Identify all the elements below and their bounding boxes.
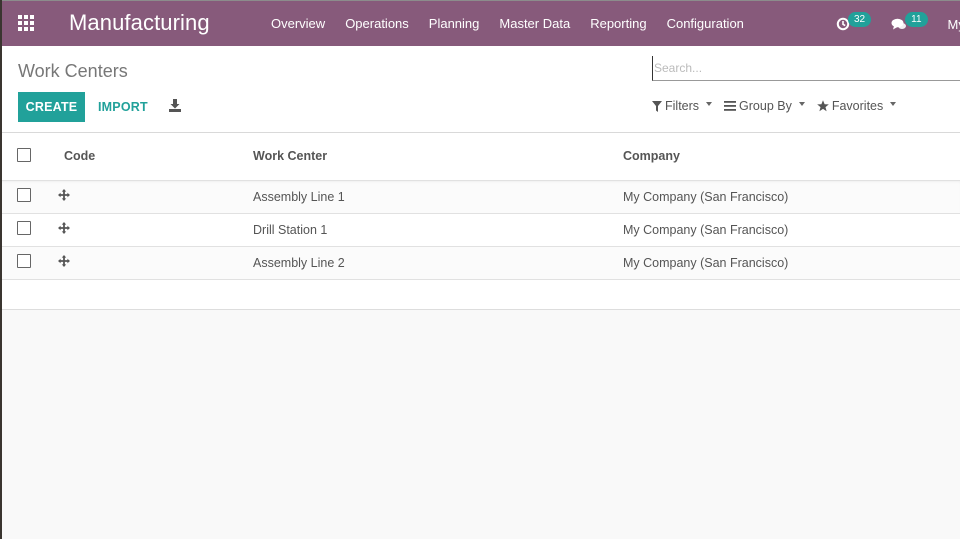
- cell-work-center: Assembly Line 1: [253, 189, 345, 204]
- window-edge: [0, 0, 2, 539]
- row-checkbox[interactable]: [17, 188, 31, 202]
- favorites-dropdown[interactable]: Favorites: [817, 99, 897, 113]
- row-checkbox[interactable]: [17, 221, 31, 235]
- select-all-checkbox[interactable]: [17, 147, 31, 162]
- drag-handle-icon[interactable]: [58, 189, 70, 204]
- systray: 32 11 My: [836, 1, 960, 47]
- cell-company: My Company (San Francisco): [623, 255, 789, 270]
- group-by-dropdown[interactable]: Group By: [724, 99, 805, 113]
- messages-button[interactable]: 11: [891, 11, 928, 32]
- work-centers-table: Code Work Center Company Assembly Line 1…: [0, 133, 960, 280]
- table-row[interactable]: Assembly Line 1 My Company (San Francisc…: [0, 180, 960, 213]
- table-header-row: Code Work Center Company: [0, 133, 960, 180]
- apps-menu-grid-icon[interactable]: [18, 15, 36, 31]
- filter-icon: [652, 100, 662, 112]
- caret-down-icon: [706, 102, 713, 106]
- drag-handle-icon[interactable]: [58, 255, 70, 270]
- main-navbar: Manufacturing Overview Operations Planni…: [0, 0, 960, 46]
- table-row[interactable]: Drill Station 1 My Company (San Francisc…: [0, 213, 960, 246]
- search-options: Filters Group By Favorites: [652, 99, 908, 113]
- cell-work-center: Drill Station 1: [253, 222, 328, 237]
- breadcrumb: Work Centers: [18, 61, 128, 81]
- search-input[interactable]: [652, 56, 960, 81]
- menu-master-data[interactable]: Master Data: [489, 1, 580, 47]
- caret-down-icon: [798, 102, 805, 106]
- cell-company: My Company (San Francisco): [623, 222, 789, 237]
- create-button[interactable]: CREATE: [18, 92, 85, 122]
- top-menu: Overview Operations Planning Master Data…: [261, 1, 754, 47]
- cell-work-center: Assembly Line 2: [253, 255, 345, 270]
- control-panel: Work Centers CREATE IMPORT Filters Group…: [0, 46, 960, 133]
- column-header-work-center[interactable]: Work Center: [253, 133, 623, 180]
- user-menu[interactable]: My: [948, 17, 960, 32]
- column-header-company[interactable]: Company: [623, 133, 960, 180]
- download-icon: [169, 99, 181, 112]
- app-title: Manufacturing: [69, 10, 210, 35]
- filters-dropdown[interactable]: Filters: [652, 99, 713, 113]
- table-row[interactable]: Assembly Line 2 My Company (San Francisc…: [0, 246, 960, 279]
- menu-reporting[interactable]: Reporting: [580, 1, 656, 47]
- bars-icon: [724, 101, 737, 111]
- cell-company: My Company (San Francisco): [623, 189, 789, 204]
- work-centers-list: Code Work Center Company Assembly Line 1…: [0, 133, 960, 310]
- favorites-label: Favorites: [831, 99, 884, 113]
- caret-down-icon: [890, 102, 897, 106]
- star-icon: [817, 100, 829, 112]
- drag-handle-icon[interactable]: [58, 222, 70, 237]
- activities-button[interactable]: 32: [836, 11, 872, 32]
- menu-overview[interactable]: Overview: [261, 1, 335, 47]
- menu-planning[interactable]: Planning: [419, 1, 490, 47]
- import-button[interactable]: IMPORT: [98, 92, 148, 122]
- row-checkbox[interactable]: [17, 254, 31, 268]
- activities-count-badge: 32: [848, 11, 872, 27]
- column-header-code[interactable]: Code: [64, 133, 253, 180]
- filters-label: Filters: [665, 99, 700, 113]
- messages-count-badge: 11: [905, 11, 928, 27]
- menu-operations[interactable]: Operations: [335, 1, 419, 47]
- menu-configuration[interactable]: Configuration: [657, 1, 754, 47]
- download-button[interactable]: [168, 98, 182, 114]
- group-by-label: Group By: [739, 99, 792, 113]
